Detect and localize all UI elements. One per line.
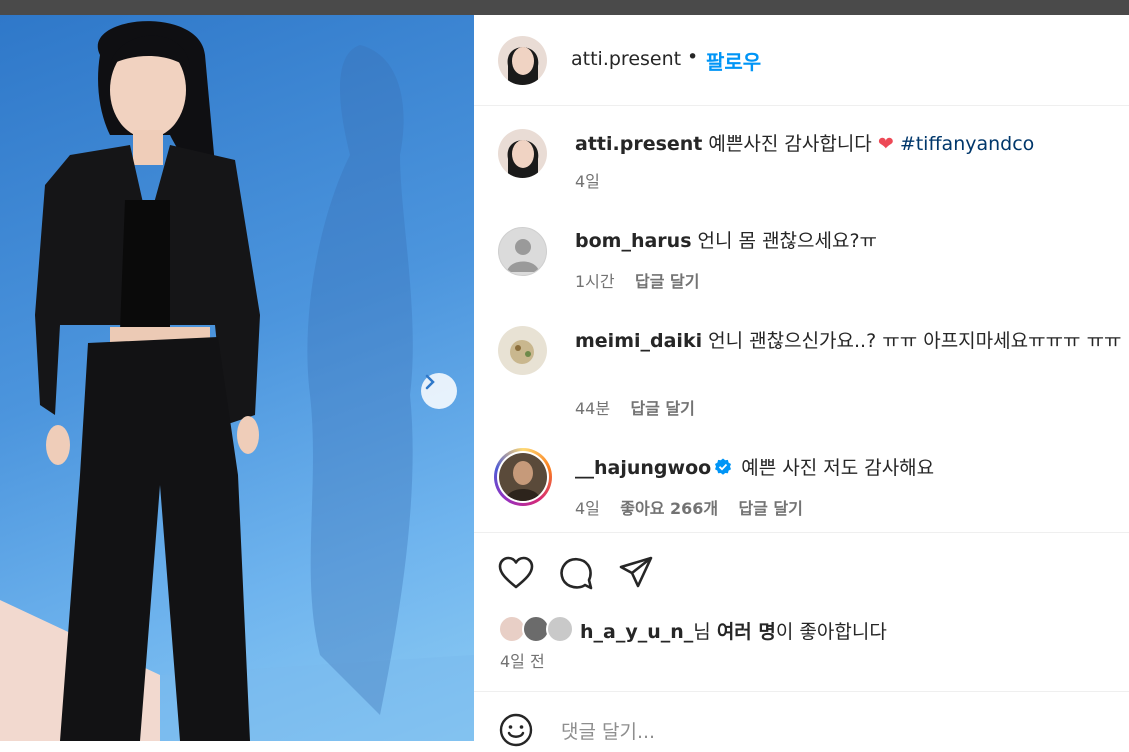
comment-username[interactable]: bom_harus (575, 230, 692, 252)
comment-body: 언니 몸 괜찮으세요?ㅠ (691, 230, 878, 252)
hashtag-link[interactable]: #tiffanyandco (900, 133, 1034, 155)
liked-by-text: h_a_y_u_n_님 여러 명이 좋아합니다 (580, 617, 887, 644)
comment-row: meimi_daiki 언니 괜찮으신가요..? ㅠㅠ 아프지마세요ㅠㅠㅠ ㅠㅠ (575, 327, 1127, 355)
caption-avatar[interactable] (498, 129, 547, 178)
like-button[interactable] (498, 556, 534, 594)
author-username[interactable]: atti.present (571, 48, 681, 70)
heart-icon (498, 556, 534, 589)
comment-avatar[interactable] (498, 326, 547, 375)
comment-body: 언니 괜찮으신가요..? ㅠㅠ 아프지마세요ㅠㅠㅠ ㅠㅠ (702, 330, 1122, 352)
author-avatar[interactable] (498, 36, 547, 85)
reply-button[interactable]: 답글 달기 (635, 272, 699, 291)
caption-body: 예쁜사진 감사합니다 (702, 133, 878, 155)
comment-body: 예쁜 사진 저도 감사해요 (735, 457, 935, 479)
post-photo (0, 15, 474, 741)
next-photo-button[interactable] (421, 373, 457, 409)
comment-input[interactable]: 댓글 달기... (561, 717, 655, 744)
divider (474, 532, 1129, 533)
post-date: 4일 전 (500, 652, 545, 671)
follow-button[interactable]: 팔로우 (706, 46, 761, 75)
comment-time: 1시간 (575, 272, 615, 291)
verified-badge-icon (715, 458, 732, 475)
reply-button[interactable]: 답글 달기 (738, 499, 802, 518)
comment-meta: 4일 좋아요 266개 답글 달기 (575, 495, 803, 519)
comment-likes[interactable]: 좋아요 266개 (620, 499, 718, 518)
reply-button[interactable]: 답글 달기 (630, 399, 694, 418)
divider (474, 691, 1129, 692)
comment-row: __hajungwoo 예쁜 사진 저도 감사해요 (575, 454, 1127, 482)
share-button[interactable] (618, 555, 654, 595)
comment-row: bom_harus 언니 몸 괜찮으세요?ㅠ (575, 227, 1127, 255)
photo-illustration (0, 21, 474, 741)
caption-username[interactable]: atti.present (575, 133, 702, 155)
comment-username[interactable]: __hajungwoo (575, 457, 711, 479)
story-ring-avatar[interactable] (494, 448, 552, 506)
send-icon (619, 556, 653, 588)
window-top-bar (0, 0, 1129, 15)
post-header: atti.present • 팔로우 (474, 15, 1129, 106)
comment-time: 44분 (575, 399, 611, 418)
comment-meta: 44분 답글 달기 (575, 395, 695, 419)
caption-time: 4일 (575, 172, 600, 191)
heart-emoji: ❤ (877, 133, 894, 155)
comment-icon (560, 557, 593, 590)
emoji-icon (499, 713, 533, 747)
liked-by-suffix: 님 (693, 621, 717, 643)
emoji-button[interactable] (498, 712, 534, 752)
separator-dot: • (687, 46, 699, 68)
liker-username[interactable]: h_a_y_u_n_ (580, 621, 693, 643)
caption-text: atti.present 예쁜사진 감사합니다 ❤ #tiffanyandco (575, 130, 1127, 158)
liked-by-others[interactable]: 여러 명 (717, 621, 776, 643)
chevron-right-icon (425, 374, 435, 390)
comment-username[interactable]: meimi_daiki (575, 330, 702, 352)
comment-avatar-default[interactable] (498, 227, 547, 276)
comment-time: 4일 (575, 499, 600, 518)
liker-avatar[interactable] (546, 615, 574, 643)
liked-by-suffix: 이 좋아합니다 (775, 621, 887, 643)
comment-button[interactable] (558, 555, 594, 595)
default-user-icon (507, 239, 539, 272)
comment-meta: 1시간 답글 달기 (575, 268, 699, 292)
post-detail-panel: atti.present • 팔로우 atti.present 예쁜사진 감사합… (474, 15, 1129, 747)
